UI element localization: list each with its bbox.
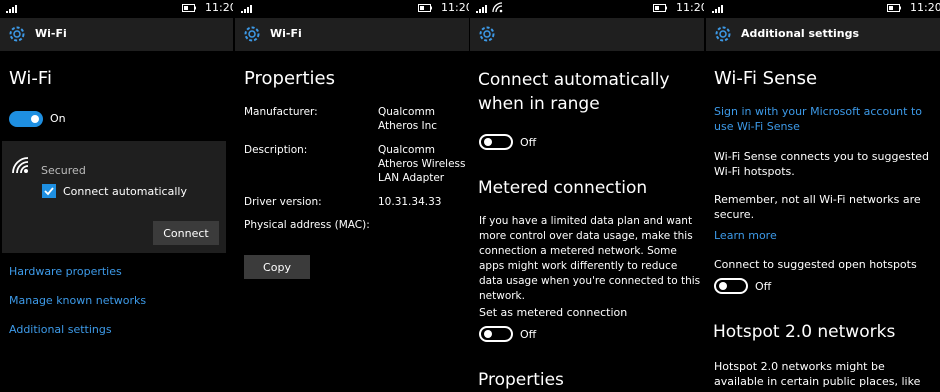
security-label: Secured	[41, 164, 86, 177]
clock: 11:20	[910, 1, 940, 14]
copy-button[interactable]: Copy	[244, 255, 310, 279]
status-bar: 11:20	[706, 0, 940, 18]
metered-toggle-label: Off	[520, 328, 537, 341]
hotspot-title: Hotspot 2.0 networks	[713, 322, 896, 342]
manufacturer-label: Manufacturer:	[244, 106, 318, 118]
signal-icon	[476, 5, 487, 13]
driver-version-label: Driver version:	[244, 196, 322, 208]
settings-header: Additional settings	[706, 18, 940, 51]
clock: 11:20	[205, 1, 233, 14]
settings-header: Wi-Fi	[0, 18, 233, 51]
gear-icon[interactable]	[7, 24, 27, 44]
metered-title: Metered connection	[478, 178, 648, 198]
description-value: Qualcomm Atheros Wireless LAN Adapter	[378, 144, 466, 184]
page-title: Wi-Fi Sense	[714, 68, 818, 89]
header-title: Wi-Fi	[35, 27, 67, 40]
mac-address-label: Physical address (MAC):	[244, 219, 370, 231]
connect-auto-toggle-label: Off	[520, 136, 537, 149]
page-title: Wi-Fi	[9, 68, 52, 89]
header-title: Additional settings	[741, 27, 860, 40]
metered-toggle[interactable]	[479, 326, 513, 342]
link-hardware-properties[interactable]: Hardware properties	[9, 264, 122, 279]
additional-settings-screen: 11:20 Additional settings Wi-Fi Sense Si…	[706, 0, 940, 392]
battery-icon	[887, 4, 901, 12]
connect-auto-checkbox[interactable]	[42, 184, 56, 198]
settings-header	[470, 18, 704, 51]
clock: 11:20	[441, 1, 469, 14]
metered-description: If you have a limited data plan and want…	[479, 215, 701, 302]
hotspot-description: Hotspot 2.0 networks might be available …	[714, 360, 921, 392]
wifi-sense-description: Wi-Fi Sense connects you to suggested Wi…	[714, 150, 930, 178]
network-settings-screen: 11:20 Connect automatically when in rang…	[470, 0, 704, 392]
signal-icon	[6, 5, 17, 13]
description-label: Description:	[244, 144, 308, 156]
gear-icon[interactable]	[242, 24, 262, 44]
status-bar: 11:20	[0, 0, 233, 18]
battery-icon	[182, 4, 196, 12]
properties-title: Properties	[478, 370, 564, 390]
connect-button[interactable]: Connect	[153, 221, 219, 245]
page-title: Properties	[244, 68, 335, 89]
link-additional-settings[interactable]: Additional settings	[9, 322, 112, 337]
status-bar: 11:20	[235, 0, 469, 18]
security-warning: Remember, not all Wi-Fi networks are sec…	[714, 193, 921, 221]
wifi-signal-icon	[12, 157, 29, 174]
checkmark-icon	[44, 187, 54, 196]
link-manage-known-networks[interactable]: Manage known networks	[9, 293, 146, 308]
driver-version-value: 10.31.34.33	[378, 196, 442, 208]
connect-hotspots-toggle-label: Off	[755, 280, 772, 293]
battery-icon	[418, 4, 432, 12]
wifi-properties-screen: 11:20 Wi-Fi Properties Manufacturer: Qua…	[235, 0, 469, 392]
network-card[interactable]: Secured Connect automatically Connect	[2, 141, 226, 253]
settings-header: Wi-Fi	[235, 18, 469, 51]
signal-icon	[712, 5, 723, 13]
wifi-status-icon	[492, 2, 503, 13]
connect-auto-title: Connect automatically when in range	[478, 70, 670, 114]
connect-auto-label: Connect automatically	[63, 185, 187, 198]
manufacturer-value: Qualcomm Atheros Inc	[378, 106, 438, 132]
gear-icon[interactable]	[477, 24, 497, 44]
connect-hotspots-label: Connect to suggested open hotspots	[714, 258, 917, 271]
gear-icon[interactable]	[713, 24, 733, 44]
header-title: Wi-Fi	[270, 27, 302, 40]
clock: 11:20	[676, 1, 704, 14]
wifi-screen: 11:20 Wi-Fi Wi-Fi On Secured Connect aut…	[0, 0, 233, 392]
status-bar: 11:20	[470, 0, 704, 18]
learn-more-link[interactable]: Learn more	[714, 228, 777, 243]
wifi-toggle[interactable]	[9, 111, 43, 127]
wifi-toggle-label: On	[50, 112, 66, 125]
set-metered-label: Set as metered connection	[479, 306, 628, 319]
signal-icon	[241, 5, 252, 13]
connect-auto-toggle[interactable]	[479, 134, 513, 150]
connect-hotspots-toggle[interactable]	[714, 278, 748, 294]
battery-icon	[653, 4, 667, 12]
signin-link[interactable]: Sign in with your Microsoft account to u…	[714, 104, 936, 134]
